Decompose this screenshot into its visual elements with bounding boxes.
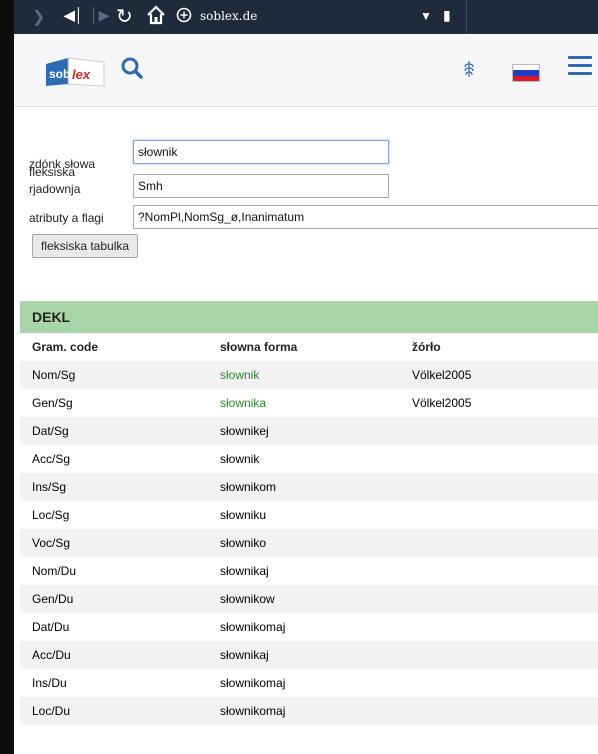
word-form-cell: słowniko: [208, 529, 400, 557]
word-form-cell: słowniku: [208, 501, 400, 529]
logo-text-sob: sob: [49, 67, 70, 81]
bookmark-icon[interactable]: ▮: [443, 7, 451, 24]
page-content: sob lex zdónk słowa fleksiska rjadownja …: [14, 34, 598, 754]
site-info-icon[interactable]: [176, 7, 192, 23]
inflection-label-line1: fleksiska: [29, 165, 76, 179]
table-row: Nom/Du słownikaj: [20, 557, 598, 585]
gram-code-cell: Dat/Du: [20, 613, 208, 641]
word-form-cell: słownikom: [208, 473, 400, 501]
soblex-logo[interactable]: sob lex: [44, 52, 108, 90]
reload-icon[interactable]: ↻: [116, 4, 133, 29]
gram-code-cell: Gen/Sg: [20, 389, 208, 417]
russian-flag-icon[interactable]: [512, 64, 540, 82]
skip-forward-icon[interactable]: │▶: [90, 7, 110, 24]
gram-code-cell: Ins/Sg: [20, 473, 208, 501]
gram-code-cell: Acc/Du: [20, 641, 208, 669]
table-row: Nom/Sg słownik Völkel2005: [20, 361, 598, 389]
toolbar-separator: [466, 0, 467, 34]
table-row: Acc/Sg słownik: [20, 445, 598, 473]
inflection-input[interactable]: [133, 174, 389, 198]
home-icon[interactable]: [145, 4, 167, 26]
source-cell: Völkel2005: [400, 389, 598, 417]
word-form-cell: słownikomaj: [208, 669, 400, 697]
word-form-cell: słownikow: [208, 585, 400, 613]
chevron-right-icon[interactable]: ❯: [32, 7, 45, 27]
source-cell: [400, 641, 598, 669]
gram-code-cell: Acc/Sg: [20, 445, 208, 473]
source-cell: [400, 697, 598, 725]
col-header-form: słowna forma: [220, 340, 298, 354]
word-form-cell: słownikomaj: [208, 613, 400, 641]
source-cell: [400, 585, 598, 613]
table-row: Ins/Du słownikomaj: [20, 669, 598, 697]
word-form-cell: słownikomaj: [208, 697, 400, 725]
table-row: Dat/Sg słownikej: [20, 417, 598, 445]
declension-table: DEKL Gram. code słowna forma žórło Nom/S…: [20, 301, 598, 725]
source-cell: [400, 613, 598, 641]
gram-code-cell: Voc/Sg: [20, 529, 208, 557]
gram-code-cell: Loc/Sg: [20, 501, 208, 529]
table-group-label: DEKL: [20, 301, 598, 333]
table-row: Gen/Sg słownika Völkel2005: [20, 389, 598, 417]
col-header-source: žórło: [412, 340, 441, 354]
col-header-code: Gram. code: [32, 340, 99, 354]
inflection-label-line2: rjadownja: [29, 182, 81, 196]
source-cell: [400, 417, 598, 445]
inflection-table-button[interactable]: fleksiska tabulka: [32, 234, 139, 258]
source-cell: [400, 529, 598, 557]
gram-code-cell: Loc/Du: [20, 697, 208, 725]
gram-code-cell: Nom/Du: [20, 557, 208, 585]
table-header-row: Gram. code słowna forma žórło: [20, 333, 598, 361]
table-row: Gen/Du słownikow: [20, 585, 598, 613]
source-cell: Völkel2005: [400, 361, 598, 389]
word-form-cell[interactable]: słownika: [208, 389, 400, 417]
source-cell: [400, 473, 598, 501]
window-edge: [0, 0, 14, 754]
attributes-label: atributy a flagi: [29, 211, 104, 225]
word-form-cell: słownikaj: [208, 641, 400, 669]
word-form-cell[interactable]: słownik: [208, 361, 400, 389]
gram-code-cell: Gen/Du: [20, 585, 208, 613]
source-cell: [400, 669, 598, 697]
site-header: sob lex: [14, 34, 598, 107]
dropdown-icon[interactable]: ▼: [420, 9, 432, 23]
source-cell: [400, 501, 598, 529]
gram-code-cell: Ins/Du: [20, 669, 208, 697]
logo-text-lex: lex: [72, 67, 91, 82]
table-row: Ins/Sg słownikom: [20, 473, 598, 501]
url-domain[interactable]: soblex.de: [200, 9, 257, 23]
search-icon[interactable]: [120, 56, 144, 80]
table-row: Acc/Du słownikaj: [20, 641, 598, 669]
word-form-cell: słownik: [208, 445, 400, 473]
source-cell: [400, 445, 598, 473]
gram-code-cell: Nom/Sg: [20, 361, 208, 389]
sorbian-language-icon[interactable]: [462, 60, 476, 78]
table-row: Dat/Du słownikomaj: [20, 613, 598, 641]
gram-code-cell: Dat/Sg: [20, 417, 208, 445]
stem-input[interactable]: [133, 140, 389, 164]
table-row: Loc/Du słownikomaj: [20, 697, 598, 725]
browser-toolbar: ❯ ◀│ │▶ ↻ soblex.de ▼ ▮: [14, 0, 598, 34]
hamburger-menu-icon[interactable]: [568, 56, 592, 80]
table-group-row: DEKL: [20, 301, 598, 333]
skip-back-icon[interactable]: ◀│: [64, 7, 84, 24]
source-cell: [400, 557, 598, 585]
table-row: Voc/Sg słowniko: [20, 529, 598, 557]
attributes-input[interactable]: [133, 205, 598, 229]
word-form-cell: słownikaj: [208, 557, 400, 585]
table-row: Loc/Sg słowniku: [20, 501, 598, 529]
word-form-cell: słownikej: [208, 417, 400, 445]
